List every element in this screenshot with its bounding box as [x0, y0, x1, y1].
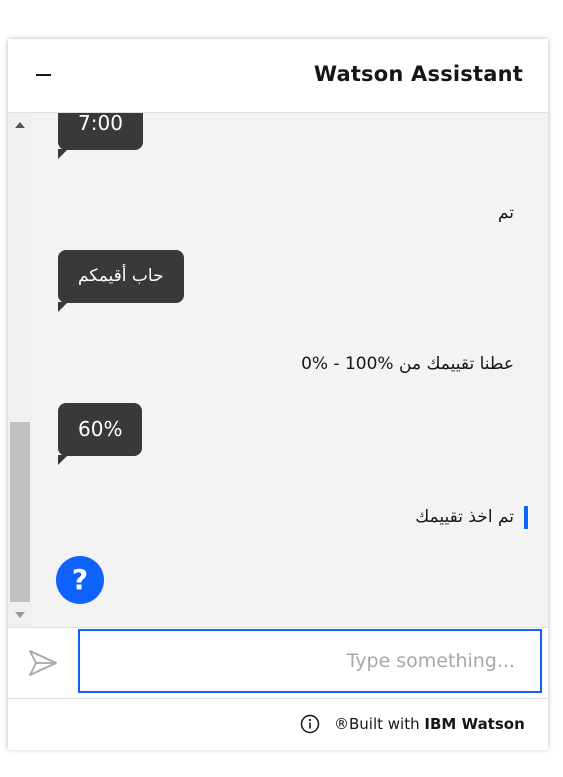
minimize-icon: [36, 74, 51, 76]
message-list: 7:00 تم حاب أقيمكم 0% - 100% عطنا تقييمك…: [8, 113, 548, 627]
bot-message: 60%: [58, 403, 143, 465]
bot-message: حاب أقيمكم: [58, 250, 184, 312]
send-button[interactable]: [22, 644, 62, 682]
scrollbar[interactable]: [8, 113, 32, 627]
bot-message: 7:00: [58, 113, 143, 159]
user-message: 0% - 100% عطنا تقييمك من: [301, 354, 514, 374]
message-input[interactable]: [78, 629, 542, 693]
footer: ®Built with IBM Watson: [8, 698, 548, 750]
minimize-button[interactable]: [26, 57, 62, 93]
registered-mark: ®: [334, 715, 349, 733]
scroll-thumb[interactable]: [10, 422, 30, 602]
input-bar: [8, 627, 548, 698]
scroll-up-arrow-icon[interactable]: [15, 122, 25, 128]
message-focus-indicator: [524, 506, 528, 529]
chat-title: Watson Assistant: [313, 62, 523, 86]
user-message: تم اخذ تقييمك: [415, 507, 514, 527]
chat-header: Watson Assistant: [8, 39, 548, 113]
info-icon[interactable]: [300, 714, 320, 734]
send-icon: [29, 650, 57, 676]
help-button[interactable]: ?: [56, 556, 104, 604]
chat-widget: Watson Assistant 7:00 تم حاب أقيمكم 0% -…: [8, 39, 548, 750]
scroll-down-arrow-icon[interactable]: [15, 612, 25, 618]
brand-name: IBM Watson: [424, 715, 525, 733]
user-message: تم: [497, 203, 514, 223]
built-with-text: Built with: [349, 715, 420, 733]
built-with-label: ®Built with IBM Watson: [334, 715, 525, 733]
